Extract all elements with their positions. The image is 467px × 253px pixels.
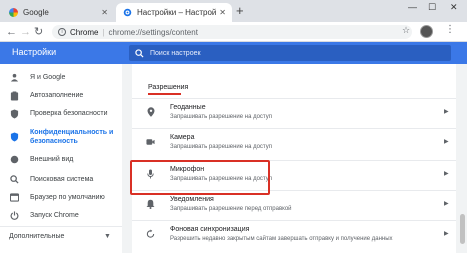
sidebar-item-label: Я и Google bbox=[30, 74, 66, 81]
close-icon[interactable]: ✕ bbox=[219, 8, 226, 17]
chevron-right-icon: ▶ bbox=[444, 231, 449, 237]
settings-header: Настройки bbox=[0, 42, 467, 64]
permission-subtitle: Запрашивать разрешение на доступ bbox=[170, 144, 272, 150]
scrollbar[interactable] bbox=[459, 64, 467, 253]
browser-toolbar: ← → ↻ i Chrome | chrome://settings/conte… bbox=[0, 22, 467, 42]
search-input[interactable] bbox=[150, 49, 430, 57]
address-bar[interactable]: i Chrome | chrome://settings/content bbox=[52, 25, 412, 39]
sync-icon bbox=[146, 229, 155, 239]
sidebar-item-search-engine[interactable]: Поисковая система bbox=[0, 174, 122, 185]
tab-settings[interactable]: Настройки – Настройки сайтов ✕ bbox=[116, 3, 232, 22]
sidebar-item-label: Поисковая система bbox=[30, 176, 94, 183]
power-icon bbox=[9, 210, 20, 221]
scrollbar-thumb[interactable] bbox=[460, 214, 465, 244]
sidebar-item-privacy[interactable]: Конфиденциальность и безопасность bbox=[0, 126, 122, 148]
settings-gear-icon bbox=[122, 8, 132, 18]
shield-check-icon bbox=[9, 108, 20, 119]
address-separator: | bbox=[102, 27, 105, 37]
tab-strip: Google ✕ Настройки – Настройки сайтов ✕ … bbox=[0, 0, 467, 22]
sidebar-item-label: Браузер по умолчанию bbox=[30, 194, 105, 201]
menu-dots-icon[interactable]: ⋮ bbox=[445, 24, 455, 35]
close-window-button[interactable]: ✕ bbox=[450, 2, 458, 13]
sidebar-divider bbox=[0, 226, 122, 227]
permission-subtitle: Запрашивать разрешение на доступ bbox=[170, 114, 272, 120]
minimize-button[interactable]: — bbox=[408, 2, 417, 12]
shield-icon bbox=[9, 132, 20, 143]
sidebar-advanced[interactable]: Дополнительные ▼ bbox=[0, 233, 122, 240]
permission-subtitle: Запрашивать разрешение перед отправкой bbox=[170, 206, 292, 212]
new-tab-button[interactable]: + bbox=[236, 3, 244, 19]
back-arrow-icon[interactable]: ← bbox=[6, 25, 17, 39]
close-icon[interactable]: ✕ bbox=[101, 8, 108, 17]
google-g-icon bbox=[8, 8, 18, 18]
tab-label: Google bbox=[23, 8, 49, 17]
tab-google[interactable]: Google ✕ bbox=[2, 3, 114, 22]
chevron-right-icon: ▶ bbox=[444, 201, 449, 207]
sidebar-item-label: Запуск Chrome bbox=[30, 212, 79, 219]
sidebar-item-label: Конфиденциальность и безопасность bbox=[30, 129, 114, 145]
address-site: Chrome bbox=[70, 27, 99, 37]
sidebar-item-safety-check[interactable]: Проверка безопасности bbox=[0, 108, 122, 119]
sidebar-item-default-browser[interactable]: Браузер по умолчанию bbox=[0, 192, 122, 203]
chevron-right-icon: ▶ bbox=[444, 139, 449, 145]
tab-label: Настройки – Настройки сайтов bbox=[137, 8, 217, 17]
section-underline bbox=[148, 93, 181, 95]
permission-subtitle: Разрешить недавно закрытым сайтам заверш… bbox=[170, 236, 393, 242]
forward-arrow-icon[interactable]: → bbox=[20, 25, 31, 39]
permission-row-background-sync[interactable]: Фоновая синхронизация Разрешить недавно … bbox=[132, 220, 456, 247]
search-icon bbox=[9, 174, 20, 185]
bookmark-star-icon[interactable]: ☆ bbox=[402, 25, 410, 36]
person-icon bbox=[9, 72, 20, 83]
maximize-button[interactable]: ☐ bbox=[428, 2, 436, 13]
sidebar: Я и Google Автозаполнение Проверка безоп… bbox=[0, 64, 122, 253]
clipboard-icon bbox=[9, 90, 20, 101]
bell-icon bbox=[146, 199, 155, 209]
sidebar-item-autofill[interactable]: Автозаполнение bbox=[0, 90, 122, 101]
permission-title: Камера bbox=[170, 134, 195, 141]
chevron-right-icon: ▶ bbox=[444, 171, 449, 177]
reload-icon[interactable]: ↻ bbox=[34, 25, 43, 39]
permissions-card: Разрешения Геоданные Запрашивать разреше… bbox=[132, 64, 456, 253]
sidebar-item-you-and-google[interactable]: Я и Google bbox=[0, 72, 122, 83]
page-title: Настройки bbox=[12, 47, 57, 57]
search-icon bbox=[135, 48, 144, 58]
sidebar-item-label: Проверка безопасности bbox=[30, 110, 108, 117]
sidebar-item-appearance[interactable]: Внешний вид bbox=[0, 154, 122, 165]
permission-row-location[interactable]: Геоданные Запрашивать разрешение на дост… bbox=[132, 98, 456, 125]
sidebar-item-label: Автозаполнение bbox=[30, 92, 84, 99]
chevron-right-icon: ▶ bbox=[444, 109, 449, 115]
sidebar-item-on-startup[interactable]: Запуск Chrome bbox=[0, 210, 122, 221]
profile-avatar[interactable] bbox=[420, 25, 433, 38]
browser-icon bbox=[9, 192, 20, 203]
microphone-highlight-box bbox=[130, 160, 270, 195]
permission-title: Уведомления bbox=[170, 196, 214, 203]
section-title: Разрешения bbox=[148, 84, 189, 91]
site-info-icon[interactable]: i bbox=[58, 28, 66, 36]
sidebar-advanced-label: Дополнительные bbox=[9, 233, 65, 240]
location-pin-icon bbox=[146, 107, 155, 117]
chevron-down-icon: ▼ bbox=[104, 233, 111, 240]
palette-icon bbox=[9, 154, 20, 165]
permission-title: Фоновая синхронизация bbox=[170, 226, 250, 233]
settings-search[interactable] bbox=[129, 45, 451, 61]
address-url: chrome://settings/content bbox=[108, 27, 198, 37]
sidebar-item-label: Внешний вид bbox=[30, 156, 74, 163]
permission-title: Геоданные bbox=[170, 104, 206, 111]
camera-icon bbox=[146, 137, 155, 147]
permission-row-camera[interactable]: Камера Запрашивать разрешение на доступ … bbox=[132, 128, 456, 155]
main-content: Разрешения Геоданные Запрашивать разреше… bbox=[122, 64, 467, 253]
